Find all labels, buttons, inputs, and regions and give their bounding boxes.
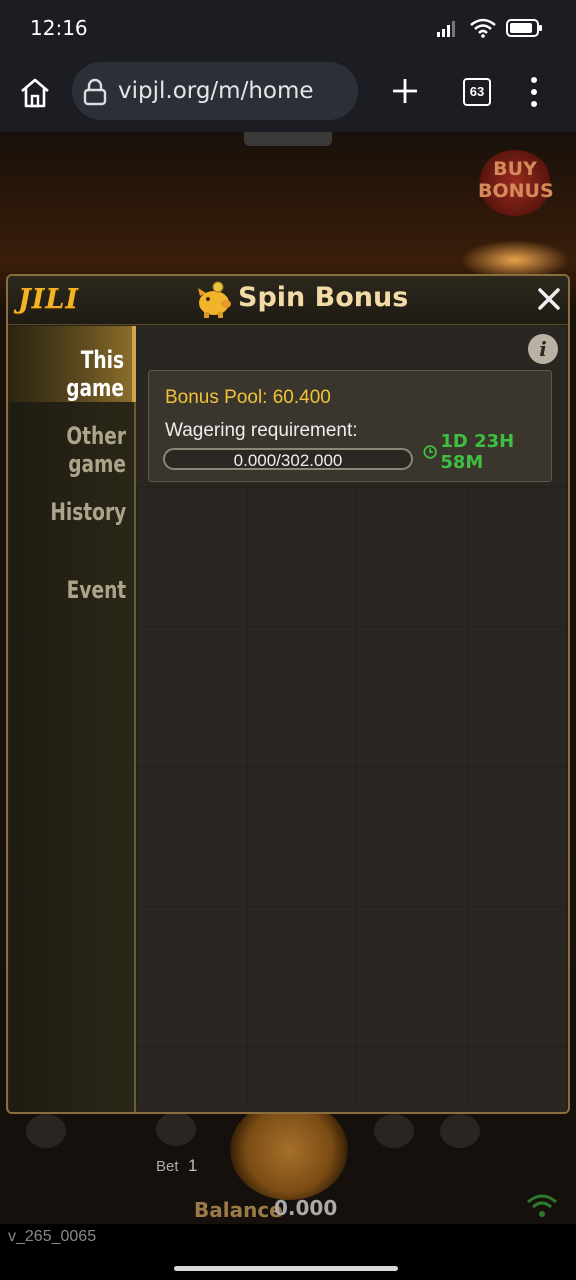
buy-bonus-button[interactable]: BUY BONUS xyxy=(478,150,554,216)
clock-icon xyxy=(423,445,437,459)
address-bar[interactable]: vipjl.org/m/home xyxy=(72,62,358,120)
bonus-content-panel: i Bonus Pool: 60.400 Wagering requiremen… xyxy=(136,326,566,1112)
balance-label: Balance xyxy=(194,1198,283,1222)
tab-switcher-button[interactable]: 63 xyxy=(463,78,491,106)
balance-value: 0.000 xyxy=(274,1196,338,1220)
more-options-icon[interactable] xyxy=(526,76,542,108)
bonus-timer: 1D 23H 58M xyxy=(423,431,551,473)
status-time: 12:16 xyxy=(30,16,88,40)
info-icon[interactable]: i xyxy=(528,334,558,364)
connection-icon xyxy=(527,1194,557,1217)
close-icon[interactable] xyxy=(536,286,562,312)
bonus-sidebar: This game Other game History Event xyxy=(8,326,136,1112)
modal-title: Spin Bonus xyxy=(238,282,409,313)
bonus-card: Bonus Pool: 60.400 Wagering requirement:… xyxy=(148,370,552,482)
bet-value: 1 xyxy=(188,1156,198,1175)
wagering-label: Wagering requirement: xyxy=(165,420,358,441)
background-grid xyxy=(136,486,566,1106)
settings-icon[interactable] xyxy=(26,1114,66,1148)
sidebar-item-label: This game xyxy=(66,346,124,402)
piggy-bank-icon xyxy=(198,281,231,318)
modal-header: JILI Spin Bonus xyxy=(8,276,568,325)
status-bar: 12:16 xyxy=(0,0,576,58)
bet-chips-icon[interactable] xyxy=(156,1112,196,1146)
version-label: v_265_0065 xyxy=(8,1228,97,1245)
bonus-pool-text: Bonus Pool: 60.400 xyxy=(165,387,331,408)
battery-icon xyxy=(506,19,542,37)
buy-bonus-label-1: BUY xyxy=(493,158,537,180)
spin-button[interactable] xyxy=(230,1100,348,1200)
buy-bonus-label-2: BONUS xyxy=(478,180,554,202)
sidebar-item-other-game[interactable]: Other game xyxy=(26,422,126,478)
bet-label: Bet xyxy=(156,1158,179,1175)
browser-toolbar: vipjl.org/m/home 63 xyxy=(0,58,576,132)
url-text: vipjl.org/m/home xyxy=(118,78,314,104)
pull-down-tab[interactable] xyxy=(244,132,332,146)
wagering-progress-text: 0.000/302.000 xyxy=(233,451,343,470)
wagering-progress-bar: 0.000/302.000 xyxy=(163,448,413,470)
autoplay-icon[interactable] xyxy=(374,1114,414,1148)
gesture-nav-handle[interactable] xyxy=(174,1266,398,1271)
home-icon[interactable] xyxy=(18,76,52,110)
sidebar-item-history[interactable]: History xyxy=(50,498,126,526)
status-icons xyxy=(436,18,544,38)
lock-icon xyxy=(83,78,107,106)
new-tab-icon[interactable] xyxy=(390,76,420,106)
spin-bonus-modal: JILI Spin Bonus This game Other game His… xyxy=(6,274,570,1114)
turbo-icon[interactable] xyxy=(440,1114,480,1148)
signal-icon xyxy=(437,21,455,37)
wifi-icon xyxy=(470,18,496,38)
jili-logo: JILI xyxy=(18,284,80,315)
sidebar-item-this-game[interactable]: This game xyxy=(8,326,136,402)
sidebar-item-event[interactable]: Event xyxy=(66,576,126,604)
game-controls: Bet 1 Balance 0.000 xyxy=(0,1100,576,1224)
timer-text: 1D 23H 58M xyxy=(440,431,515,473)
